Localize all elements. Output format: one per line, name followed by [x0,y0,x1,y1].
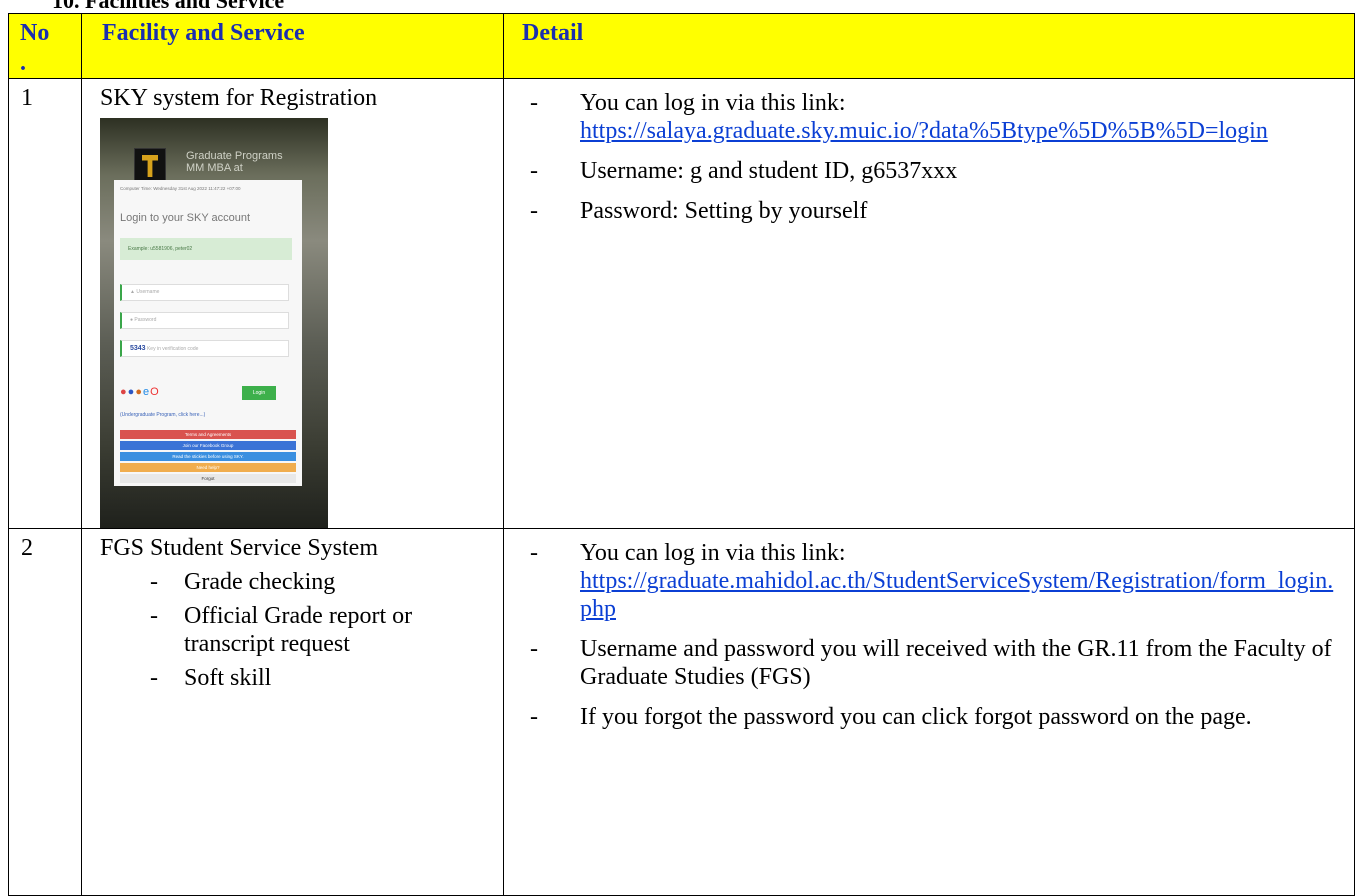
detail-list: - You can log in via this link: https://gr… [504,539,1354,731]
header-facility: Facility and Service [81,13,504,79]
header-no-label: No [20,20,50,46]
list-item: - If you forgot the password you can clic… [530,704,1252,730]
header-no-dot: . [20,50,26,76]
verification-field[interactable]: 5343 Key in verification code [120,340,289,357]
username-field[interactable]: ▲ Username [120,284,289,301]
terms-bar[interactable]: Terms and Agreements [120,430,296,439]
login-panel: Computer Time: Wednesday 31st Aug 2022 1… [114,180,302,486]
header-facility-label: Facility and Service [102,20,305,46]
computer-time: Computer Time: Wednesday 31st Aug 2022 1… [120,186,241,191]
section-heading: 10. Facilities and Service [52,0,285,13]
table-row: 1 SKY system for Registration Graduate P… [8,78,1355,529]
sky-login-link[interactable]: https://salaya.graduate.sky.muic.io/?dat… [580,118,1268,144]
fgs-login-link[interactable]: https://graduate.mahidol.ac.th/StudentSe… [580,568,1333,622]
list-item: - Username and password you will received… [530,636,1332,690]
facility-name: SKY system for Registration [100,85,378,111]
row-number: 2 [21,535,33,561]
list-item: - You can log in via this link: https://gr… [530,540,1334,622]
forgot-bar[interactable]: Forgot [120,474,296,483]
stickies-bar[interactable]: Read the stickies before using SKY. [120,452,296,461]
facilities-table: No. Facility and Service Detail 1 SKY sy… [8,13,1355,896]
password-field[interactable]: ● Password [120,312,289,329]
header-detail-label: Detail [522,20,584,46]
brand-text: Graduate Programs MM MBA at [186,150,283,174]
table-header-row: No. Facility and Service Detail [8,13,1355,79]
header-detail: Detail [503,13,1355,79]
table-row: 2 FGS Student Service System - Grade chec… [8,528,1355,896]
login-title: Login to your SKY account [120,212,251,224]
login-button[interactable]: Login [242,386,276,400]
browser-icons: ●●●eO [120,386,160,398]
list-item: - Username: g and student ID, g6537xxx [530,158,958,184]
list-item: - Grade checking [150,569,336,595]
detail-list: - You can log in via this link: https://sa… [504,89,1354,225]
facebook-bar[interactable]: Join our Facebook Group [120,441,296,450]
facility-subitems: - Grade checking - Official Grade report o… [82,568,503,692]
undergraduate-link[interactable]: (Undergraduate Program, click here...) [120,412,205,418]
list-item: - Official Grade report or transcript req… [150,603,413,657]
list-item: - You can log in via this link: https://sa… [530,90,1268,144]
list-item: - Soft skill [150,665,272,691]
facility-name: FGS Student Service System [100,535,379,561]
help-bar[interactable]: Need help? [120,463,296,472]
example-box: Example: u5581906, peter02 [120,238,292,260]
row-number: 1 [21,85,33,111]
list-item: - Password: Setting by yourself [530,198,868,224]
sky-login-screenshot: Graduate Programs MM MBA at Computer Time… [100,118,328,528]
header-no: No. [8,13,82,79]
